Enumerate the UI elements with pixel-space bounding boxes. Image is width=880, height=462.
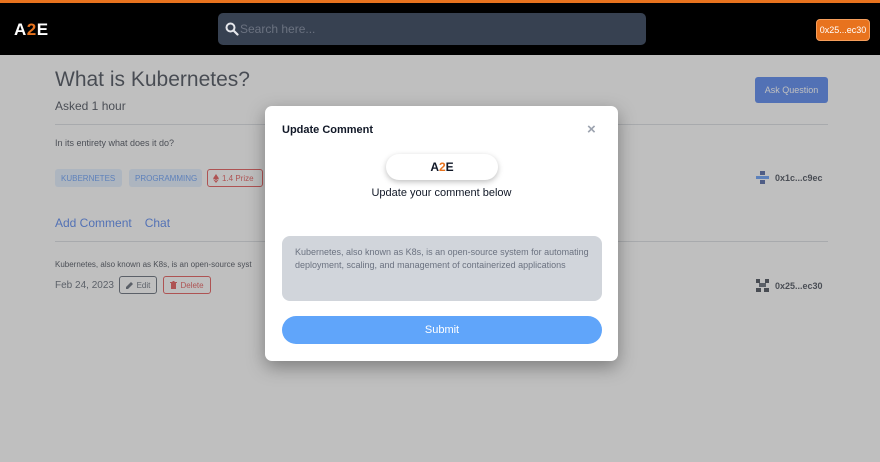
modal-subtitle: Update your comment below bbox=[371, 187, 512, 199]
search-input[interactable] bbox=[240, 13, 640, 45]
comment-textarea[interactable]: Kubernetes, also known as K8s, is an ope… bbox=[282, 236, 602, 301]
logo[interactable]: A2E bbox=[14, 20, 49, 40]
close-icon[interactable]: × bbox=[587, 122, 596, 137]
navbar: A2E 0x25...ec30 bbox=[0, 3, 880, 55]
search-icon bbox=[225, 22, 239, 36]
submit-button[interactable]: Submit bbox=[282, 316, 602, 344]
modal-title: Update Comment bbox=[282, 124, 374, 136]
modal-logo: A2E bbox=[386, 154, 498, 180]
search-bar bbox=[218, 13, 646, 45]
update-comment-modal: Update Comment × A2E Update your comment… bbox=[265, 106, 618, 361]
wallet-button[interactable]: 0x25...ec30 bbox=[816, 19, 870, 41]
